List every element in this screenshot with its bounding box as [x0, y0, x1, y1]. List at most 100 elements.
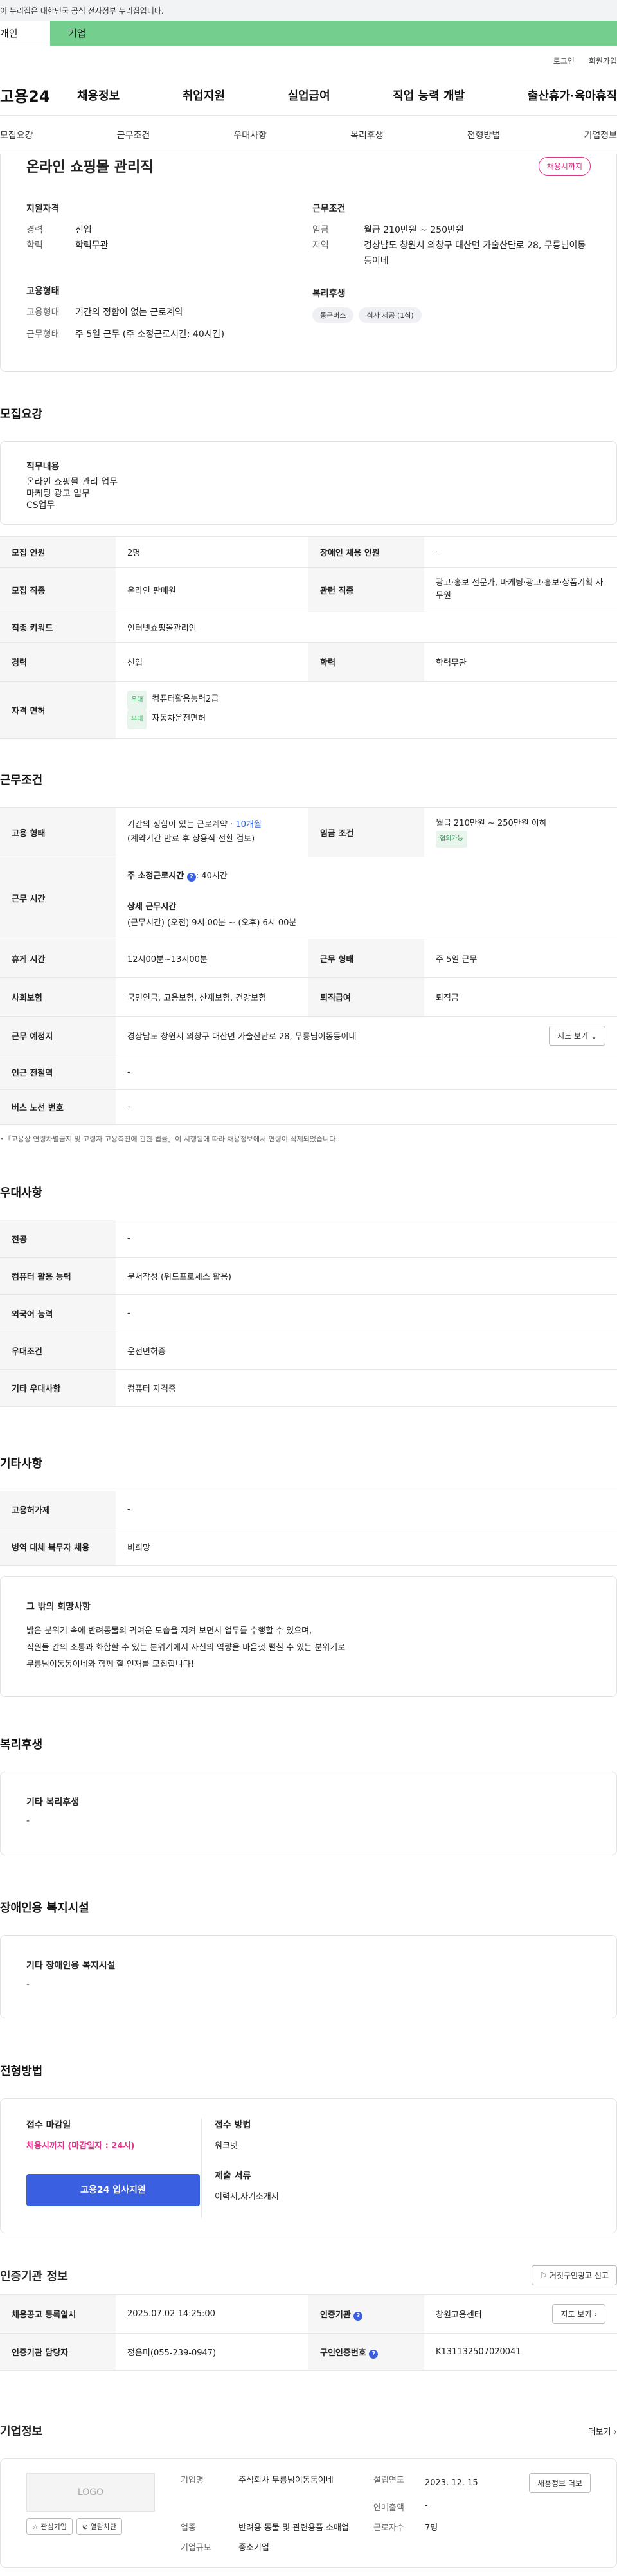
cell-label: 우대조건	[0, 1332, 116, 1370]
gnb-unemployment-benefit[interactable]: 실업급여	[288, 87, 330, 104]
cell-label: 직종 키워드	[0, 612, 116, 643]
duty-heading: 직무내용	[26, 462, 60, 472]
gnb-parental-leave[interactable]: 출산휴가·육아휴직	[528, 87, 617, 104]
tab-company[interactable]: 기업	[50, 21, 617, 46]
company-label: 근로자수	[373, 2523, 404, 2533]
company-name: 주식회사 무릉님이동동이네	[238, 2476, 334, 2485]
cell-value: K131132507020041	[424, 2333, 617, 2371]
wage-cell: 월급 210만원 ~ 250만원 이하 협의가능	[424, 807, 617, 857]
cell-value: 운전면허증	[116, 1332, 617, 1370]
table-row: 모집 인원 2명 장애인 채용 인원 -	[0, 536, 617, 568]
agency-title: 인증기관 정보	[0, 2269, 68, 2283]
disabled-box: 기타 장애인용 복지시설 -	[0, 1935, 617, 2018]
tab-process[interactable]: 전형방법	[467, 129, 501, 141]
welfare-heading: 복리후생	[312, 289, 346, 299]
tab-recruit[interactable]: 모집요강	[0, 129, 33, 141]
agency-table: 채용공고 등록일시 2025.07.02 14:25:00 인증기관 ? 창원고용센터…	[0, 2294, 617, 2371]
map-button-label: 지도 보기	[557, 1031, 589, 1040]
cell-label: 관련 직종	[308, 567, 424, 612]
disabled-heading: 기타 장애인용 복지시설	[26, 1961, 116, 1971]
table-row: 고용허가제 -	[0, 1491, 617, 1528]
info-icon[interactable]: ?	[186, 872, 196, 882]
cell-label: 채용공고 등록일시	[0, 2294, 116, 2334]
cell-label: 근무 시간	[0, 857, 116, 939]
table-row: 경력 신입 학력 학력무관	[0, 642, 617, 682]
table-row: 병역 대체 복무자 채용 비희망	[0, 1528, 617, 1566]
table-row: 근무 시간 주 소정근로시간 ?: 40시간 상세 근무시간 (근무시간) (오…	[0, 857, 617, 939]
qual-value: 신입	[75, 225, 92, 235]
tab-benefit[interactable]: 복리후생	[350, 129, 384, 141]
cell-value: 정은미(055-239-0947)	[116, 2333, 308, 2371]
company-staff: 7명	[425, 2523, 438, 2533]
company-more-link[interactable]: 더보기 ›	[588, 2425, 617, 2437]
emp-heading: 고용형태	[26, 286, 60, 296]
gnb-employment-support[interactable]: 취업지원	[183, 87, 225, 104]
cond-heading: 근무조건	[312, 204, 346, 214]
company-label: 설립연도	[373, 2476, 404, 2485]
cell-label: 경력	[0, 642, 116, 682]
cell-value: 신입	[116, 642, 308, 682]
negotiable-tag: 협의가능	[436, 831, 467, 848]
report-button[interactable]: ⚐ 거짓구인광고 신고	[532, 2265, 617, 2285]
pref-tag: 우대	[127, 691, 147, 710]
table-row: 전공 -	[0, 1220, 617, 1258]
benefit-heading: 기타 복리후생	[26, 1797, 80, 1808]
emp-type-note: (계약기간 만료 후 상용직 전환 검토)	[127, 834, 255, 844]
tab-personal[interactable]: 개인	[0, 21, 50, 46]
table-row: 컴퓨터 활용 능력 문서작성 (워드프로세스 활용)	[0, 1257, 617, 1295]
cond-label: 임금	[312, 225, 329, 235]
summary-card: 온라인 쇼핑몰 관리직 채용시까지 지원자격 경력 신입 학력 학력무관 고용형태 …	[0, 154, 617, 372]
block-button[interactable]: ⊘ 열람차단	[76, 2518, 123, 2535]
cond-value: 월급 210만원 ~ 250만원	[364, 225, 464, 235]
company-jobs-button[interactable]: 채용정보 더보	[528, 2473, 591, 2493]
gnb-job-training[interactable]: 직업 능력 개발	[393, 87, 465, 104]
anchor-tabs: 모집요강 근무조건 우대사항 복리후생 전형방법 기업정보	[0, 116, 617, 154]
benefit-title: 복리후생	[0, 1738, 43, 1752]
cell-value: -	[116, 1491, 617, 1528]
info-icon[interactable]: ?	[353, 2311, 363, 2321]
table-row: 근무 예정지 경상남도 창원시 의창구 대산면 가술산단로 28, 무릉님이동동이…	[0, 1016, 617, 1055]
emp-label: 근무형태	[26, 329, 60, 340]
tab-work[interactable]: 근무조건	[117, 129, 150, 141]
process-box: 접수 마감일 채용시까지 (마감일자 : 24시) 고용24 입사지원 접수 방…	[0, 2098, 617, 2233]
login-link[interactable]: 로그인	[553, 55, 575, 66]
cell-value: -	[116, 1055, 617, 1090]
favorite-button[interactable]: ☆ 관심기업	[26, 2518, 73, 2535]
tab-pref[interactable]: 우대사항	[233, 129, 267, 141]
map-button[interactable]: 지도 보기 ⌄	[549, 1026, 605, 1046]
work-table: 고용 형태 기간의 정함이 있는 근로계약 · 10개월 (계약기간 만료 후 상…	[0, 807, 617, 1125]
license-cell: 우대 컴퓨터활용능력2급 우대 자동차운전면허	[116, 681, 617, 739]
global-nav: 고용24 채용정보 취업지원 실업급여 직업 능력 개발 출산휴가·육아휴직	[0, 75, 617, 116]
tab-company[interactable]: 기업정보	[584, 129, 617, 141]
etc-table: 고용허가제 - 병역 대체 복무자 채용 비희망	[0, 1491, 617, 1566]
cert-label: 구인인증번호	[320, 2348, 366, 2358]
contract-months: 10개월	[235, 820, 262, 830]
cell-value: 퇴직금	[424, 977, 617, 1017]
table-row: 외국어 능력 -	[0, 1294, 617, 1332]
qual-heading: 지원자격	[26, 204, 60, 214]
apply-button[interactable]: 고용24 입사지원	[26, 2174, 200, 2206]
agency-map-button[interactable]: 지도 보기 ›	[552, 2304, 605, 2324]
table-row: 휴게 시간 12시00분~13시00분 근무 형태 주 5일 근무	[0, 939, 617, 978]
cell-label: 인근 전철역	[0, 1055, 116, 1090]
weekly-hours-label: 주 소정근로시간	[127, 871, 184, 881]
gnb-jobs[interactable]: 채용정보	[77, 87, 120, 104]
table-row: 직종 키워드 인터넷쇼핑몰관리인	[0, 612, 617, 643]
talent-box: 그 밖의 희망사항 밝은 분위기 속에 반려동물의 귀여운 모습을 지켜 보면서…	[0, 1576, 617, 1697]
join-link[interactable]: 회원가입	[589, 55, 617, 66]
cell-value: 광고·홍보 전문가, 마케팅·광고·홍보·상품기획 사무원	[424, 567, 617, 612]
qual-label: 경력	[26, 225, 43, 235]
site-logo[interactable]: 고용24	[0, 84, 77, 106]
duty-box: 직무내용 온라인 쇼핑몰 관리 업무 마케팅 광고 업무 CS업무	[0, 441, 617, 525]
method-heading: 접수 방법	[215, 2120, 251, 2130]
info-icon[interactable]: ?	[369, 2349, 379, 2359]
block-icon: ⊘	[82, 2523, 89, 2531]
disabled-value: -	[26, 1979, 30, 1990]
table-row: 인근 전철역 -	[0, 1055, 617, 1090]
cell-value: -	[116, 1089, 617, 1125]
company-label: 연매출액	[373, 2503, 404, 2513]
cell-value: 12시00분~13시00분	[116, 939, 308, 978]
docs-heading: 제출 서류	[215, 2171, 251, 2181]
tab-personal-label: 개인	[0, 28, 18, 39]
deadline-heading: 접수 마감일	[26, 2120, 71, 2130]
